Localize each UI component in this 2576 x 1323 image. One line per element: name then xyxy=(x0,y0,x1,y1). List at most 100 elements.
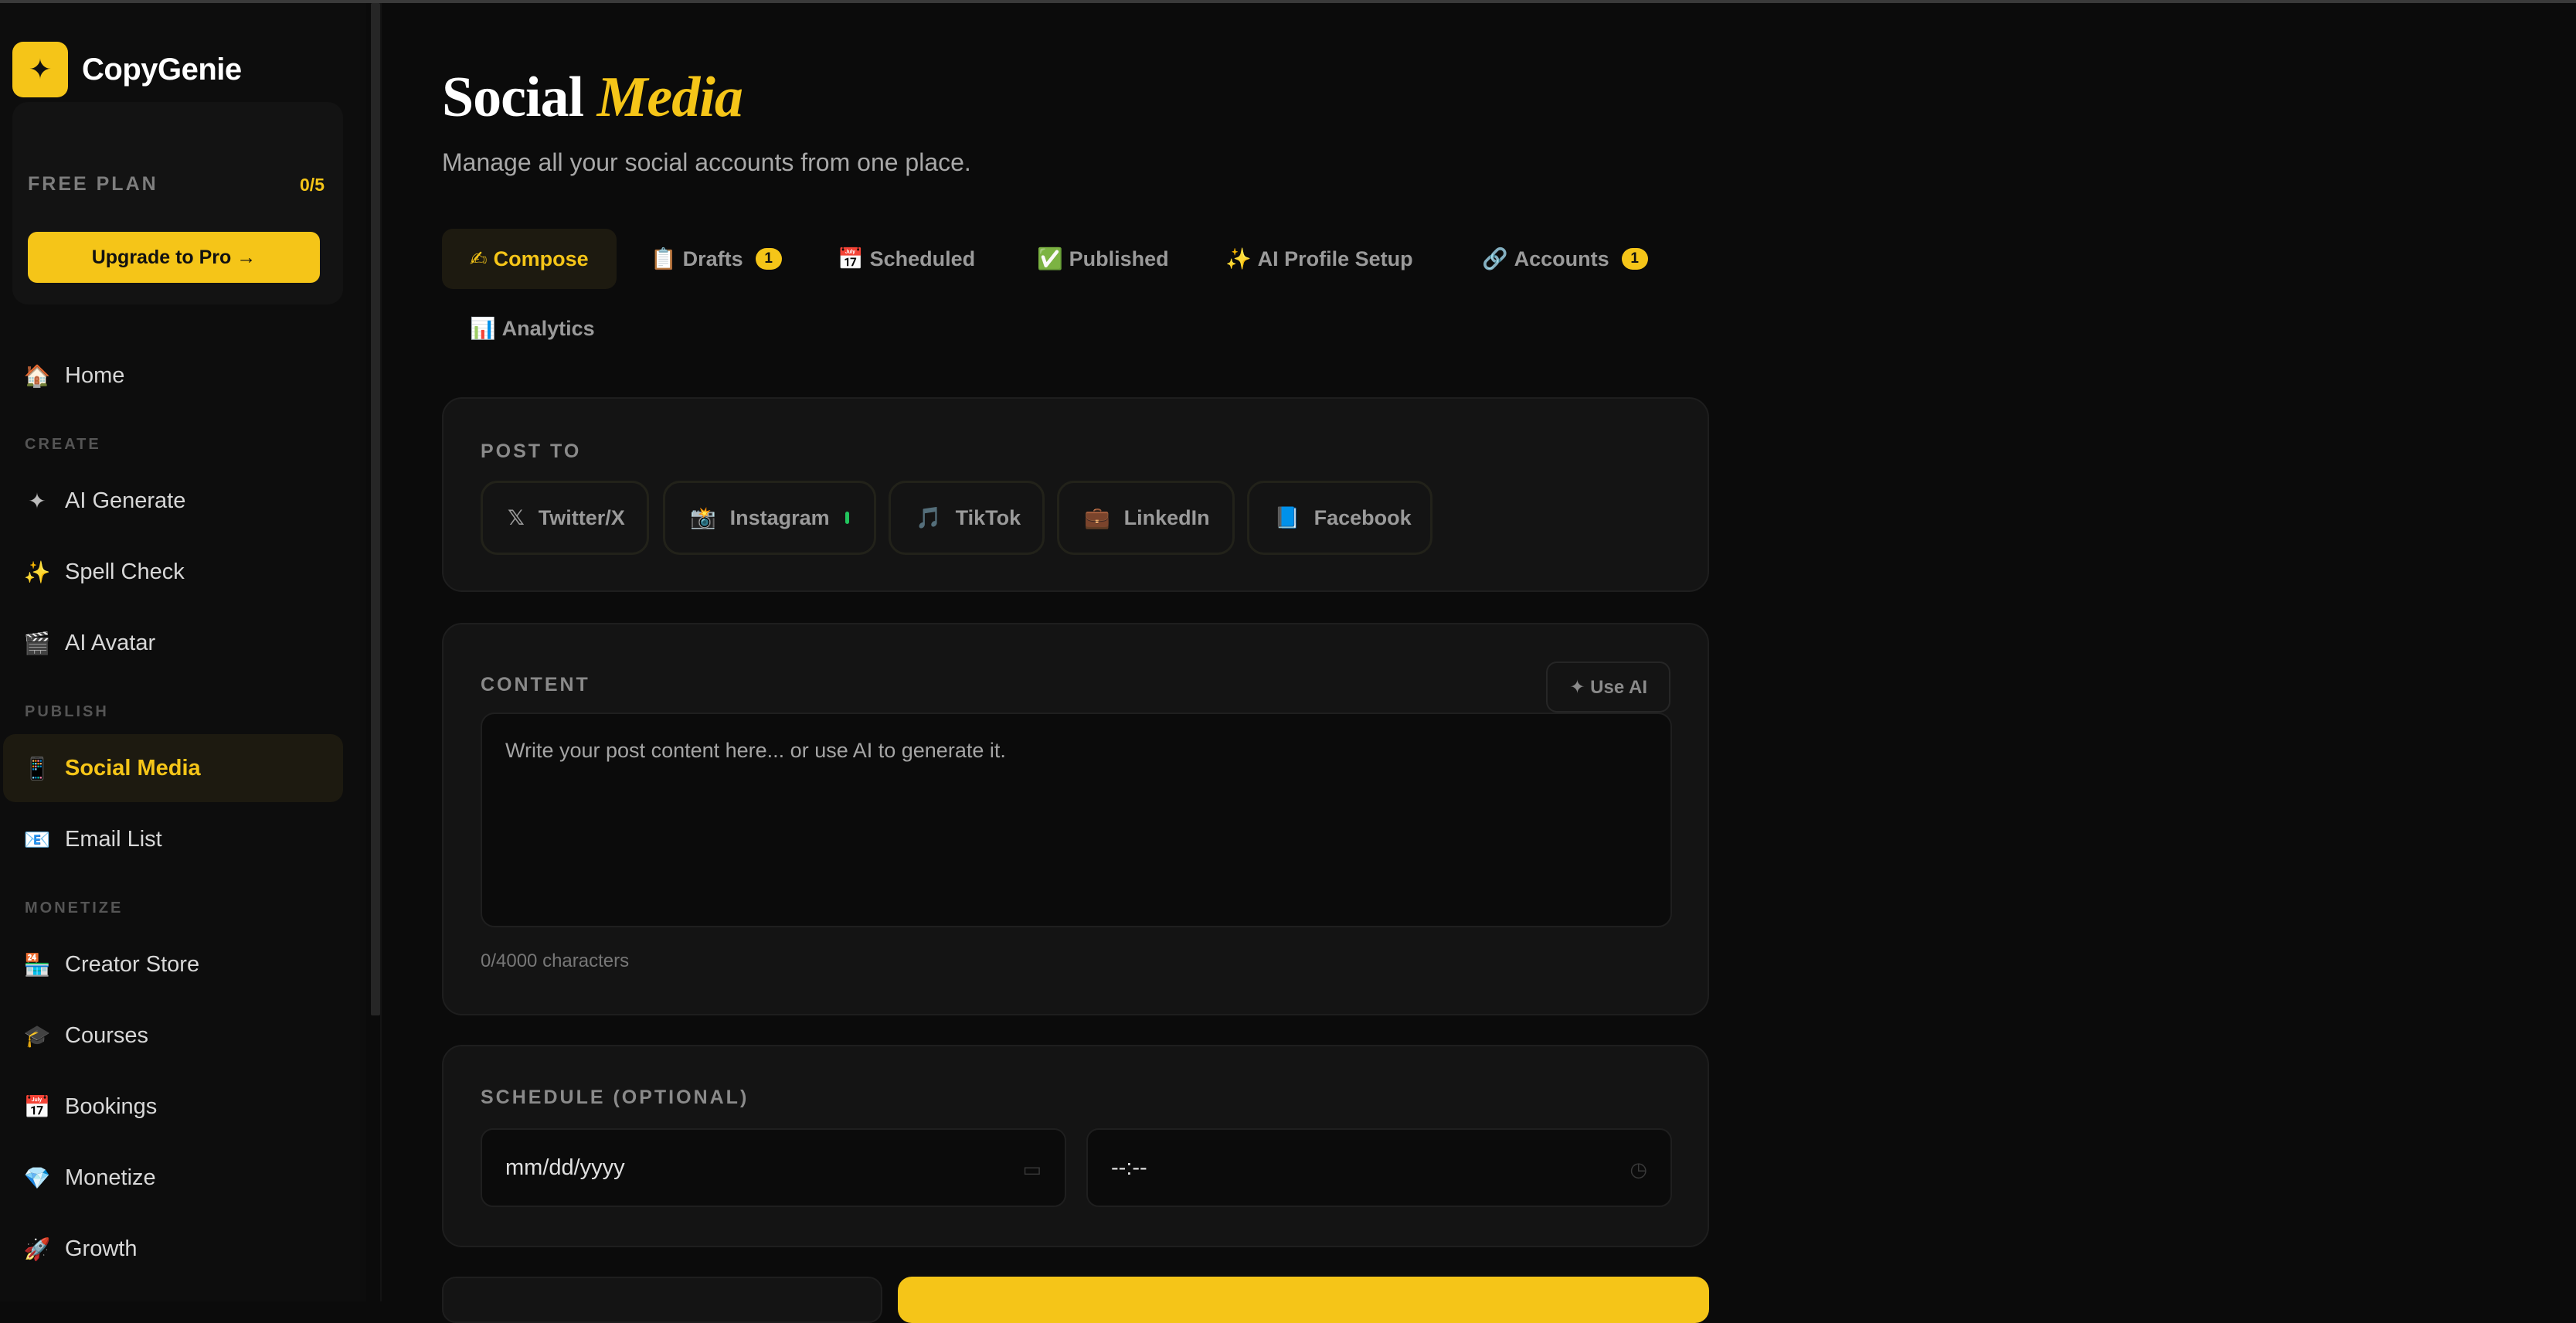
mobile-phone-icon: 📱 xyxy=(23,756,51,781)
home-icon: 🏠 xyxy=(23,363,51,388)
bar-chart-icon: 📊 xyxy=(470,317,496,340)
sidebar-item-label: Creator Store xyxy=(65,951,200,977)
sidebar-item-home[interactable]: 🏠 Home xyxy=(3,342,343,410)
email-icon: 📧 xyxy=(23,827,51,852)
tab-label: Accounts xyxy=(1514,247,1609,270)
x-logo-icon: 𝕏 xyxy=(508,505,525,529)
writing-hand-icon: ✍ xyxy=(470,247,488,270)
blue-book-icon: 📘 xyxy=(1274,506,1300,529)
nav-section-create: CREATE xyxy=(25,436,101,453)
schedule-card: SCHEDULE (OPTIONAL) mm/dd/yyyy ▭ --:-- ◷ xyxy=(442,1045,1709,1247)
save-draft-button[interactable] xyxy=(442,1277,882,1323)
calendar-icon: 📅 xyxy=(838,247,864,270)
content-label: CONTENT xyxy=(481,674,590,696)
sidebar-item-ai-generate[interactable]: ✦ AI Generate xyxy=(3,467,343,535)
platform-label: LinkedIn xyxy=(1123,505,1210,529)
page-subtitle: Manage all your social accounts from one… xyxy=(442,148,971,176)
platform-label: Instagram xyxy=(729,505,830,529)
time-placeholder: --:-- xyxy=(1111,1155,1147,1180)
tab-drafts[interactable]: 📋 Drafts 1 xyxy=(623,229,810,289)
brand-logo[interactable]: ✦ CopyGenie xyxy=(12,42,242,97)
calendar-icon[interactable]: ▭ xyxy=(1022,1158,1042,1182)
calendar-icon: 📅 xyxy=(23,1094,51,1119)
page-title-accent: Media xyxy=(596,66,743,129)
tab-label: AI Profile Setup xyxy=(1257,247,1413,270)
brand-name: CopyGenie xyxy=(82,52,242,87)
schedule-time-input[interactable]: --:-- ◷ xyxy=(1086,1128,1672,1207)
schedule-label: SCHEDULE (OPTIONAL) xyxy=(481,1087,749,1108)
upgrade-button[interactable]: Upgrade to Pro → xyxy=(28,232,320,283)
platform-label: TikTok xyxy=(955,505,1021,529)
clock-icon[interactable]: ◷ xyxy=(1630,1158,1647,1182)
store-icon: 🏪 xyxy=(23,952,51,977)
sidebar-item-ai-avatar[interactable]: 🎬 AI Avatar xyxy=(3,609,343,677)
page-title: Social Media xyxy=(442,65,743,131)
sidebar: ✦ CopyGenie FREE PLAN 0/5 Upgrade to Pro… xyxy=(0,3,366,1301)
plan-card: FREE PLAN 0/5 Upgrade to Pro → xyxy=(12,102,343,304)
platform-instagram-button[interactable]: 📸 Instagram xyxy=(663,481,876,555)
tab-label: Compose xyxy=(493,247,589,270)
character-count: 0/4000 characters xyxy=(481,951,630,971)
sidebar-item-email-list[interactable]: 📧 Email List xyxy=(3,805,343,873)
sparkles-icon: ✨ xyxy=(1225,247,1252,270)
date-placeholder: mm/dd/yyyy xyxy=(505,1155,625,1180)
camera-icon: 📸 xyxy=(690,506,716,529)
sidebar-item-label: Growth xyxy=(65,1236,138,1261)
tab-label: Analytics xyxy=(501,316,595,340)
check-mark-icon: ✅ xyxy=(1037,247,1063,270)
main-content: Social Media Manage all your social acco… xyxy=(382,3,2576,1323)
sidebar-item-label: AI Generate xyxy=(65,488,186,513)
sidebar-item-growth[interactable]: 🚀 Growth xyxy=(3,1215,343,1283)
sidebar-item-courses[interactable]: 🎓 Courses xyxy=(3,1002,343,1070)
publish-button[interactable] xyxy=(898,1277,1709,1323)
platform-label: Facebook xyxy=(1313,505,1412,529)
page-title-main: Social xyxy=(442,66,584,129)
sparkles-icon: ✨ xyxy=(23,559,51,584)
gem-icon: 💎 xyxy=(23,1165,51,1190)
use-ai-button[interactable]: ✦ Use AI xyxy=(1546,662,1670,713)
plan-label: FREE PLAN xyxy=(28,173,158,195)
platform-tiktok-button[interactable]: 🎵 TikTok xyxy=(889,481,1045,555)
tab-label: Drafts xyxy=(682,247,743,270)
post-content-textarea[interactable] xyxy=(481,713,1672,927)
clipboard-icon: 📋 xyxy=(651,247,677,270)
rocket-icon: 🚀 xyxy=(23,1236,51,1261)
drafts-count-badge: 1 xyxy=(755,248,782,270)
sidebar-item-spell-check[interactable]: ✨ Spell Check xyxy=(3,538,343,606)
sidebar-item-social-media[interactable]: 📱 Social Media xyxy=(3,734,343,802)
sidebar-item-label: Email List xyxy=(65,826,162,852)
post-to-label: POST TO xyxy=(481,440,582,462)
music-note-icon: 🎵 xyxy=(916,506,942,529)
sidebar-item-label: Social Media xyxy=(65,755,201,781)
sidebar-item-creator-store[interactable]: 🏪 Creator Store xyxy=(3,930,343,998)
platform-label: Twitter/X xyxy=(538,505,625,529)
sidebar-item-monetize[interactable]: 💎 Monetize xyxy=(3,1144,343,1212)
tab-scheduled[interactable]: 📅 Scheduled xyxy=(810,229,1003,289)
tab-compose[interactable]: ✍ Compose xyxy=(442,229,617,289)
tab-label: Published xyxy=(1069,247,1169,270)
sidebar-item-label: Monetize xyxy=(65,1165,156,1190)
sidebar-scrollbar[interactable] xyxy=(371,3,380,1015)
sidebar-item-label: Bookings xyxy=(65,1093,158,1119)
sidebar-item-label: Home xyxy=(65,362,125,388)
tab-analytics[interactable]: 📊 Analytics xyxy=(442,298,623,359)
platform-twitter-button[interactable]: 𝕏 Twitter/X xyxy=(481,481,649,555)
schedule-date-input[interactable]: mm/dd/yyyy ▭ xyxy=(481,1128,1066,1207)
platform-facebook-button[interactable]: 📘 Facebook xyxy=(1247,481,1432,555)
graduation-cap-icon: 🎓 xyxy=(23,1023,51,1048)
tab-accounts[interactable]: 🔗 Accounts 1 xyxy=(1454,229,1676,289)
accounts-count-badge: 1 xyxy=(1621,248,1648,270)
sidebar-item-bookings[interactable]: 📅 Bookings xyxy=(3,1073,343,1141)
link-icon: 🔗 xyxy=(1482,247,1508,270)
content-card: CONTENT ✦ Use AI 0/4000 characters xyxy=(442,623,1709,1015)
tab-ai-profile-setup[interactable]: ✨ AI Profile Setup xyxy=(1198,229,1441,289)
platform-linkedin-button[interactable]: 💼 LinkedIn xyxy=(1057,481,1235,555)
post-to-card: POST TO 𝕏 Twitter/X 📸 Instagram 🎵 TikTok… xyxy=(442,397,1709,592)
nav-section-publish: PUBLISH xyxy=(25,703,109,720)
tab-label: Scheduled xyxy=(869,247,976,270)
connected-status-dot xyxy=(845,512,849,524)
tab-published[interactable]: ✅ Published xyxy=(1009,229,1197,289)
sidebar-item-label: AI Avatar xyxy=(65,630,156,655)
sparkle-logo-icon: ✦ xyxy=(12,42,68,97)
sidebar-item-label: Spell Check xyxy=(65,559,185,584)
